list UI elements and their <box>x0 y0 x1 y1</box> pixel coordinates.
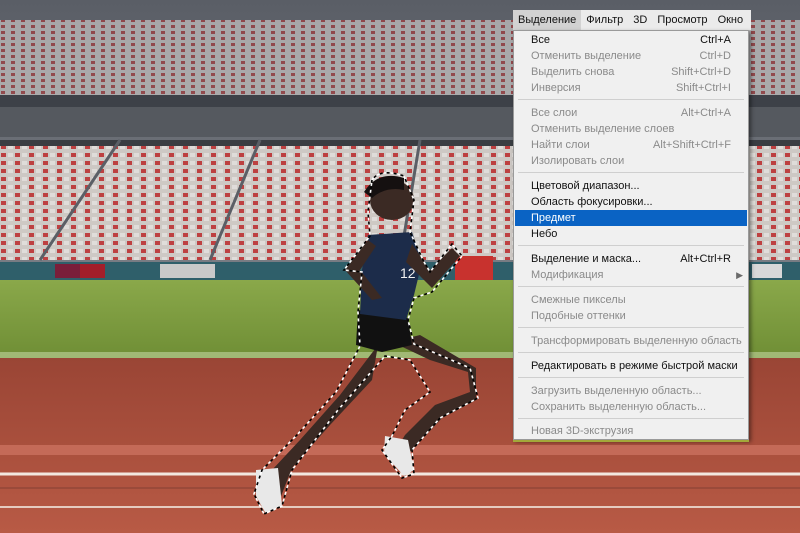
menu-item-deselect[interactable]: Отменить выделение Ctrl+D <box>515 48 747 64</box>
menu-separator <box>518 327 744 328</box>
menu-item-focus-area[interactable]: Область фокусировки... <box>515 194 747 210</box>
menu-item-color-range[interactable]: Цветовой диапазон... <box>515 178 747 194</box>
menu-item-subject[interactable]: Предмет <box>515 210 747 226</box>
menu-item-similar[interactable]: Подобные оттенки <box>515 308 747 324</box>
menu-separator <box>518 377 744 378</box>
menu-bar: Выделение Фильтр 3D Просмотр Окно <box>513 10 751 31</box>
menu-item-sky[interactable]: Небо <box>515 226 747 242</box>
menu-separator <box>518 99 744 100</box>
menu-separator <box>518 286 744 287</box>
menu-bottom-border <box>513 440 749 442</box>
menu-filter[interactable]: Фильтр <box>581 10 628 30</box>
menu-item-modify[interactable]: Модификация ▶ <box>515 267 747 283</box>
menu-3d[interactable]: 3D <box>628 10 652 30</box>
menu-item-transform-selection[interactable]: Трансформировать выделенную область <box>515 333 747 349</box>
menu-item-find-layers[interactable]: Найти слои Alt+Shift+Ctrl+F <box>515 137 747 153</box>
menu-separator <box>518 172 744 173</box>
menu-item-load-selection[interactable]: Загрузить выделенную область... <box>515 383 747 399</box>
menu-item-all-layers[interactable]: Все слои Alt+Ctrl+A <box>515 105 747 121</box>
menu-separator <box>518 418 744 419</box>
menu-item-reselect[interactable]: Выделить снова Shift+Ctrl+D <box>515 64 747 80</box>
select-dropdown-menu: Все Ctrl+A Отменить выделение Ctrl+D Выдел… <box>513 30 749 440</box>
submenu-arrow-icon: ▶ <box>736 270 743 280</box>
menu-item-new-3d-extrusion[interactable]: Новая 3D-экструзия <box>515 423 747 439</box>
menu-view[interactable]: Просмотр <box>652 10 712 30</box>
menu-item-select-and-mask[interactable]: Выделение и маска... Alt+Ctrl+R <box>515 251 747 267</box>
menu-item-quick-mask[interactable]: Редактировать в режиме быстрой маски <box>515 358 747 374</box>
menu-item-all[interactable]: Все Ctrl+A <box>515 32 747 48</box>
menu-separator <box>518 245 744 246</box>
menu-window[interactable]: Окно <box>713 10 749 30</box>
menu-item-inverse[interactable]: Инверсия Shift+Ctrl+I <box>515 80 747 96</box>
menu-separator <box>518 352 744 353</box>
menu-item-deselect-layers[interactable]: Отменить выделение слоев <box>515 121 747 137</box>
menu-item-grow[interactable]: Смежные пикселы <box>515 292 747 308</box>
menu-select[interactable]: Выделение <box>513 10 582 30</box>
menu-item-save-selection[interactable]: Сохранить выделенную область... <box>515 399 747 415</box>
menu-item-isolate-layers[interactable]: Изолировать слои <box>515 153 747 169</box>
